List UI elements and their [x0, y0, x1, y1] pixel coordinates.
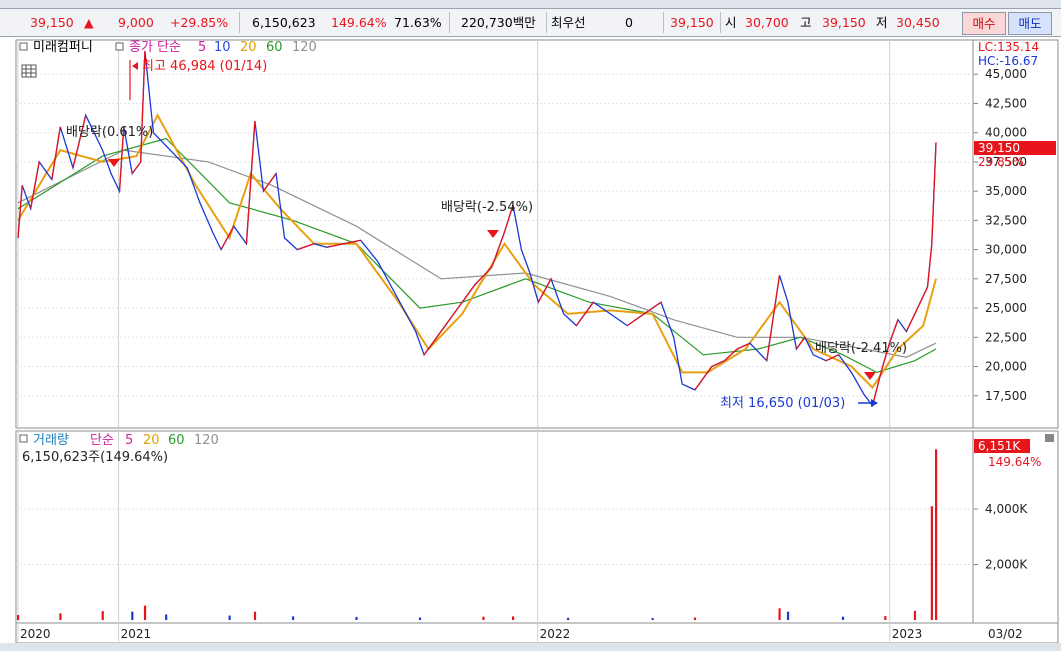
volume: 6,150,623 — [252, 15, 316, 30]
low-annotation: 최저 16,650 (01/03) — [720, 396, 845, 411]
ma-period-10: 10 — [214, 40, 231, 55]
ma-period-120: 120 — [292, 40, 317, 55]
volume-bar — [131, 611, 134, 620]
volume-ma-20: 20 — [143, 433, 160, 448]
volume-bar — [841, 616, 845, 620]
ma-label: 종가 단순 — [129, 40, 181, 55]
bottom-scrollbar[interactable] — [0, 643, 1061, 651]
price-tag-value: 39,150 — [978, 141, 1020, 155]
high-label: 고 — [800, 15, 812, 30]
panel-toggle-icon[interactable] — [19, 42, 28, 51]
volume-ma-label: 단순 — [90, 433, 114, 448]
volume-tick-label: 4,000K — [985, 502, 1028, 516]
volume-bar — [355, 616, 358, 620]
divider — [449, 12, 450, 33]
divider — [546, 12, 547, 33]
volume-bar — [228, 615, 231, 620]
price-tick-label: 35,000 — [985, 184, 1027, 198]
divider — [663, 12, 664, 33]
open-price: 30,700 — [745, 15, 789, 30]
stock-chart: 17,500 20,000 22,500 25,000 27,500 30,000 32,5… — [0, 39, 1061, 651]
volume-bar — [786, 611, 790, 620]
volume-bar — [17, 615, 20, 620]
top-toolbar — [0, 0, 1061, 9]
volume-bar — [291, 616, 295, 620]
up-arrow-icon: ▲ — [84, 15, 94, 30]
time-tick-label: 2021 — [121, 627, 152, 641]
change-percent: +29.85% — [170, 15, 229, 30]
ma-period-20: 20 — [240, 40, 257, 55]
ma-period-60: 60 — [266, 40, 283, 55]
low-label: 저 — [876, 15, 888, 30]
volume-bar — [778, 608, 781, 620]
volume-bar — [59, 613, 62, 620]
price-tick-label: 32,500 — [985, 213, 1027, 227]
volume-bar — [482, 616, 485, 620]
volume-ma-60: 60 — [168, 433, 185, 448]
panel-toggle-icon[interactable] — [19, 434, 28, 443]
sell-button[interactable]: 매도 — [1008, 12, 1052, 35]
volume-bar — [930, 506, 933, 620]
volume-ratio: 149.64% — [331, 15, 387, 30]
volume-ma-5: 5 — [125, 433, 133, 448]
price-tick-label: 42,500 — [985, 96, 1027, 110]
current-price: 39,150 — [30, 15, 74, 30]
high-annotation: 최고 46,984 (01/14) — [142, 59, 267, 74]
stock-name: 미래컴퍼니 — [33, 40, 93, 55]
low-price: 30,450 — [896, 15, 940, 30]
volume-bar — [143, 605, 147, 620]
volume-bar — [884, 616, 887, 620]
price-tick-label: 20,000 — [985, 360, 1027, 374]
dividend-annotation-1: 배당락(0.61%) — [66, 125, 153, 140]
volume-bar — [566, 617, 570, 620]
volume-bar — [693, 617, 697, 620]
high-price: 39,150 — [822, 15, 866, 30]
price-tick-label: 27,500 — [985, 272, 1027, 286]
price-tick-label: 25,000 — [985, 301, 1027, 315]
volume-summary: 6,150,623주(149.64%) — [22, 450, 168, 465]
hc-label: HC:-16.67 — [978, 54, 1038, 68]
time-tick-label: 2022 — [540, 627, 571, 641]
volume-bar — [418, 617, 422, 620]
dividend-annotation-3: 배당락(-2.41%) — [815, 341, 907, 356]
price-tag-change: 29.85% — [978, 155, 1024, 169]
volume-bar — [101, 611, 104, 620]
divider — [720, 12, 721, 33]
volume-bar — [253, 611, 257, 620]
volume-label: 거래량 — [33, 433, 69, 448]
volume-bar — [935, 449, 938, 620]
ma-period-5: 5 — [198, 40, 206, 55]
open-label: 시 — [725, 15, 737, 30]
lc-label: LC:135.14 — [978, 40, 1039, 54]
price-tick-label: 45,000 — [985, 67, 1027, 81]
dividend-annotation-2: 배당락(-2.54%) — [441, 200, 533, 215]
grid-settings-icon[interactable] — [21, 64, 37, 78]
trade-amount: 220,730백만 — [461, 15, 536, 30]
divider — [239, 12, 240, 33]
volume-bar — [165, 614, 168, 620]
volume-tag-value: 6,151K — [978, 439, 1021, 453]
volume-bar — [511, 616, 515, 620]
time-tick-label: 03/02 — [988, 627, 1023, 641]
time-tick-label: 2020 — [20, 627, 51, 641]
volume-tag-pct: 149.64% — [988, 455, 1041, 469]
price-tick-label: 40,000 — [985, 126, 1027, 140]
volume-bar — [913, 610, 917, 620]
volume-ma-120: 120 — [194, 433, 219, 448]
ask-price: 39,150 — [670, 15, 714, 30]
turnover: 71.63% — [394, 15, 442, 30]
volume-bar — [651, 618, 654, 620]
ma-toggle-icon[interactable] — [115, 42, 124, 51]
preferred-label: 최우선 — [551, 15, 586, 30]
quote-bar: 39,150 ▲ 9,000 +29.85% 6,150,623 149.64%… — [0, 9, 1061, 37]
time-tick-label: 2023 — [892, 627, 923, 641]
preferred-value: 0 — [625, 15, 633, 30]
volume-tick-label: 2,000K — [985, 558, 1028, 572]
panel-close-icon[interactable] — [1045, 434, 1054, 442]
price-tick-label: 30,000 — [985, 243, 1027, 257]
buy-button[interactable]: 매수 — [962, 12, 1006, 35]
price-tick-label: 17,500 — [985, 389, 1027, 403]
price-tick-label: 22,500 — [985, 330, 1027, 344]
price-change: 9,000 — [118, 15, 154, 30]
